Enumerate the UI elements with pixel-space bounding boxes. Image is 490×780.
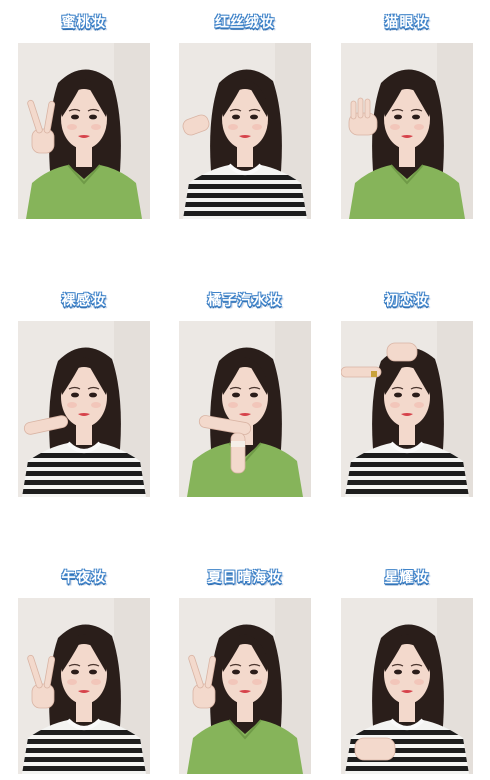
look-cell-6: 初恋妆	[341, 290, 473, 497]
portrait-illustration	[18, 321, 150, 497]
look-title: 星耀妆	[384, 570, 430, 586]
look-title: 红丝绒妆	[215, 15, 275, 31]
look-photo	[341, 598, 473, 774]
portrait-illustration	[18, 598, 150, 774]
look-photo	[179, 43, 311, 219]
look-photo	[179, 598, 311, 774]
look-title: 午夜妆	[61, 570, 107, 586]
portrait-illustration	[179, 43, 311, 219]
look-photo	[179, 321, 311, 497]
look-cell-2: 红丝绒妆	[179, 12, 311, 219]
portrait-illustration	[341, 43, 473, 219]
look-photo	[341, 321, 473, 497]
look-cell-9: 星耀妆	[341, 567, 473, 774]
look-title: 初恋妆	[384, 293, 430, 309]
look-title: 橘子汽水妆	[207, 293, 283, 309]
look-title: 裸感妆	[61, 293, 107, 309]
look-cell-7: 午夜妆	[18, 567, 150, 774]
look-cell-3: 猫眼妆	[341, 12, 473, 219]
look-photo	[18, 43, 150, 219]
portrait-illustration	[179, 598, 311, 774]
look-cell-1: 蜜桃妆	[18, 12, 150, 219]
look-photo	[341, 43, 473, 219]
portrait-illustration	[341, 598, 473, 774]
portrait-illustration	[341, 321, 473, 497]
portrait-illustration	[179, 321, 311, 497]
look-cell-5: 橘子汽水妆	[179, 290, 311, 497]
look-cell-4: 裸感妆	[18, 290, 150, 497]
look-cell-8: 夏日晴海妆	[179, 567, 311, 774]
look-title: 夏日晴海妆	[207, 570, 283, 586]
look-photo	[18, 598, 150, 774]
look-title: 蜜桃妆	[61, 15, 107, 31]
look-title: 猫眼妆	[384, 15, 430, 31]
portrait-illustration	[18, 43, 150, 219]
look-photo	[18, 321, 150, 497]
